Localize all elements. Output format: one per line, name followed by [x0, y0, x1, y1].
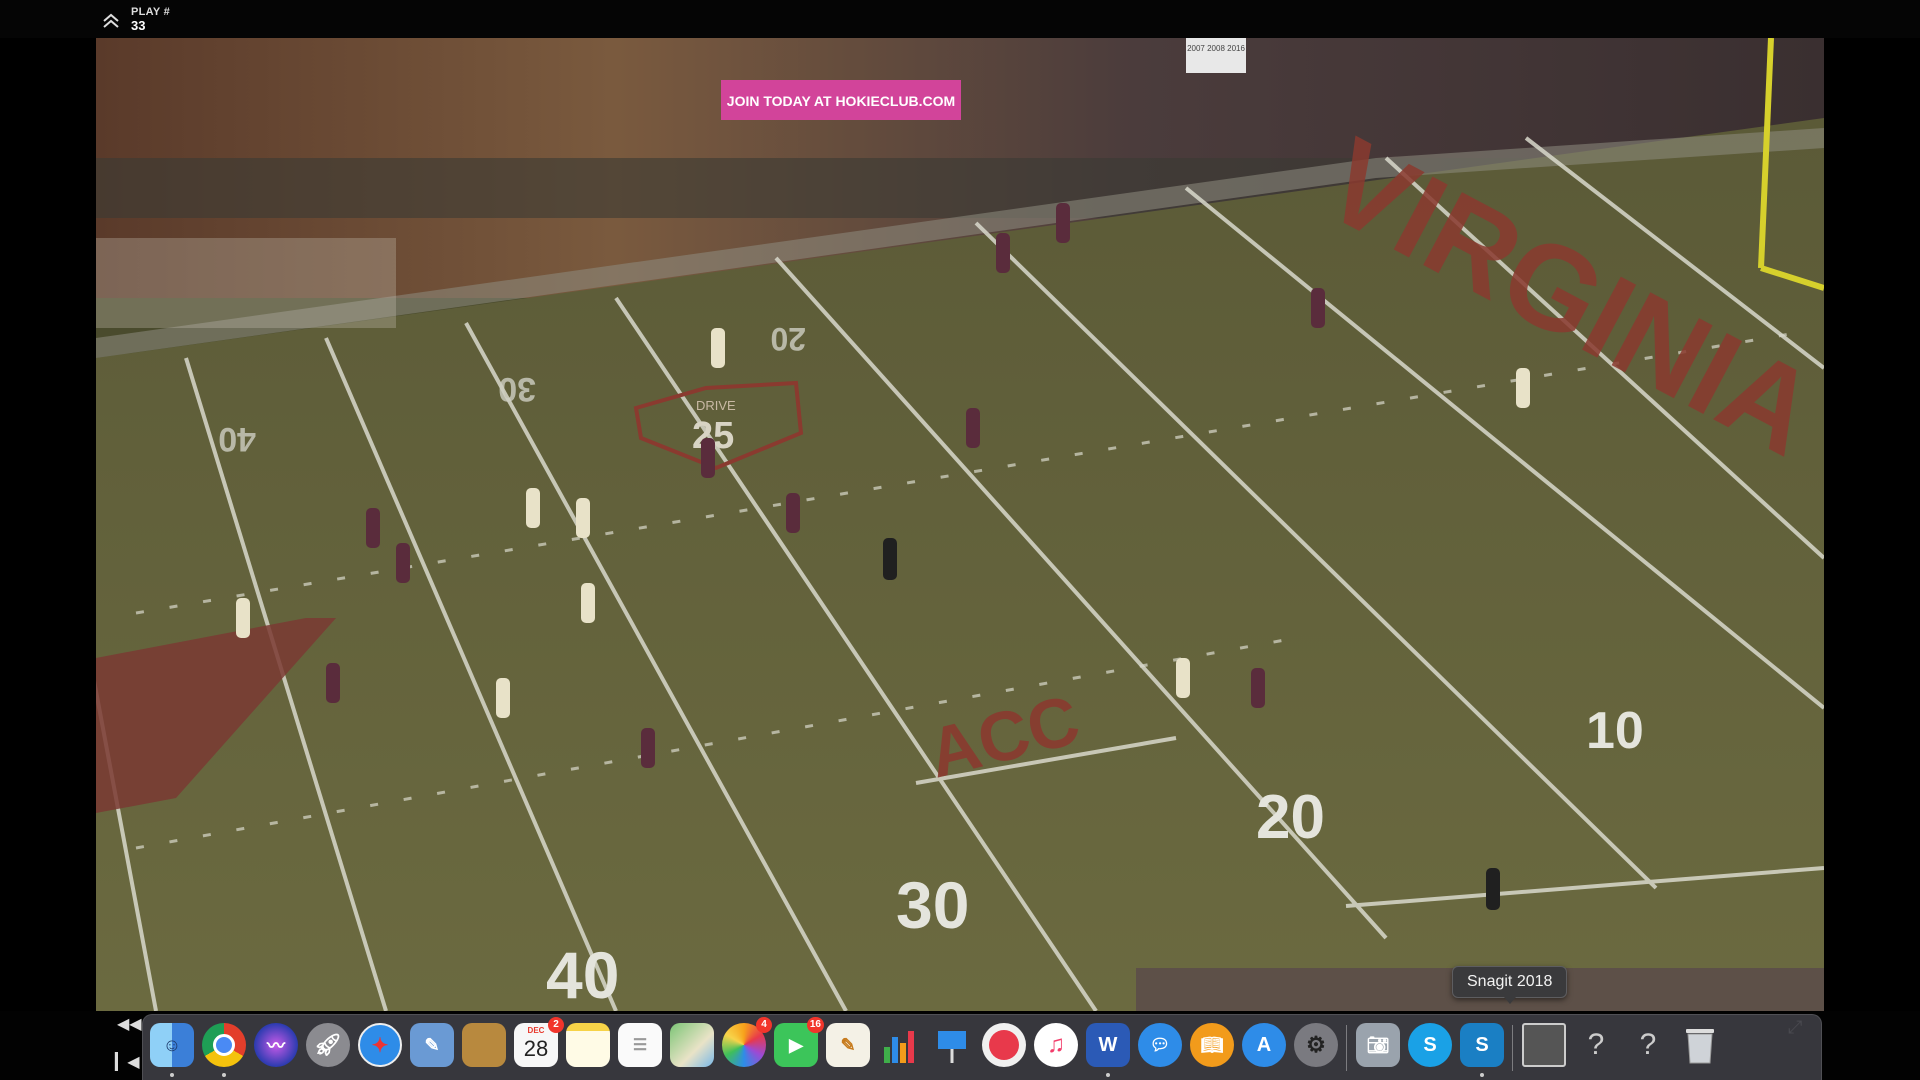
finder-icon[interactable]: ☺ — [150, 1023, 194, 1067]
siri-icon[interactable]: 〰 — [254, 1023, 298, 1067]
photos-icon[interactable]: 4 — [722, 1017, 772, 1067]
calendar-day: 28 — [523, 1036, 549, 1061]
maps-icon[interactable] — [670, 1023, 714, 1067]
play-number: 33 — [131, 18, 146, 33]
svg-text:30: 30 — [498, 370, 536, 408]
numbers-icon[interactable] — [878, 1023, 922, 1067]
facetime-badge: 16 — [806, 1017, 824, 1033]
running-indicator — [170, 1073, 174, 1077]
word-label: W — [1098, 1033, 1118, 1056]
skype-icon[interactable]: S — [1408, 1023, 1452, 1067]
keynote-icon[interactable] — [930, 1023, 974, 1067]
svg-text:40: 40 — [546, 938, 619, 1011]
unknown-app-icon[interactable]: ? — [1574, 1023, 1618, 1067]
screenshot-thumb-icon[interactable] — [1522, 1023, 1566, 1067]
svg-text:DRIVE: DRIVE — [696, 398, 736, 413]
reminders-icon[interactable]: ☰ — [618, 1023, 662, 1067]
image-capture-icon[interactable]: 📷︎ — [1356, 1023, 1400, 1067]
preview-icon[interactable]: ✎ — [410, 1023, 454, 1067]
system-preferences-icon[interactable]: ⚙ — [1294, 1023, 1338, 1067]
books-icon[interactable]: 📖︎ — [1190, 1023, 1234, 1067]
launchpad-icon[interactable]: 🚀︎ — [306, 1023, 350, 1067]
safari-icon[interactable]: ✦ — [358, 1023, 402, 1067]
svg-text:40: 40 — [218, 420, 256, 458]
game-video[interactable]: VIRGINIA ACC DRIVE 25 JOIN TODAY AT HOKI… — [96, 38, 1824, 1011]
svg-text:30: 30 — [896, 868, 969, 942]
music-icon[interactable]: ♫ — [1034, 1023, 1078, 1067]
running-indicator — [222, 1073, 226, 1077]
word-icon[interactable]: W — [1086, 1023, 1130, 1067]
dock-separator — [1512, 1025, 1513, 1071]
skype-label: S — [1423, 1033, 1437, 1056]
snagit-label: S — [1475, 1033, 1489, 1056]
news-icon[interactable] — [982, 1023, 1026, 1067]
notes-icon[interactable] — [566, 1023, 610, 1067]
calendar-icon[interactable]: DEC 28 2 — [514, 1017, 564, 1067]
football-field: VIRGINIA ACC DRIVE 25 JOIN TODAY AT HOKI… — [96, 38, 1824, 1011]
unknown-app-icon[interactable]: ? — [1626, 1023, 1670, 1067]
trash-icon[interactable] — [1678, 1023, 1722, 1067]
facetime-icon[interactable]: ▶ 16 — [774, 1017, 824, 1067]
chrome-icon[interactable] — [202, 1023, 246, 1067]
sideline-team — [96, 238, 396, 328]
calendar-badge: 2 — [548, 1017, 564, 1033]
textedit-icon[interactable]: ✎ — [826, 1023, 870, 1067]
notebook-icon[interactable] — [462, 1023, 506, 1067]
chevron-up-double-icon[interactable] — [100, 12, 122, 30]
svg-text:20: 20 — [1256, 783, 1325, 852]
play-info-bar: PLAY # 33 — [0, 0, 1920, 38]
dock-tooltip: Snagit 2018 — [1452, 966, 1568, 1004]
skip-back-icon[interactable]: ▎◀ — [115, 1055, 140, 1071]
photos-badge: 4 — [756, 1017, 772, 1033]
svg-text:20: 20 — [770, 321, 806, 357]
snagit-icon[interactable]: S — [1460, 1023, 1504, 1067]
dock: ☺ 〰 🚀︎ ✦ ✎ DEC 28 2 ☰ 4 ▶ 16 ✎ ♫ W 💬︎ 📖︎… — [142, 1014, 1822, 1080]
rewind-icon[interactable]: ◀◀ — [117, 1017, 142, 1033]
messages-icon[interactable]: 💬︎ — [1138, 1023, 1182, 1067]
ad-banner-text: JOIN TODAY AT HOKIECLUB.COM — [727, 93, 955, 109]
running-indicator — [1480, 1073, 1484, 1077]
running-indicator — [1106, 1073, 1110, 1077]
dock-separator — [1346, 1025, 1347, 1071]
stadium-sign: 2007 2008 2016 — [1187, 44, 1245, 53]
appstore-icon[interactable]: A — [1242, 1023, 1286, 1067]
play-label: PLAY # — [131, 6, 171, 18]
svg-text:10: 10 — [1586, 702, 1644, 760]
